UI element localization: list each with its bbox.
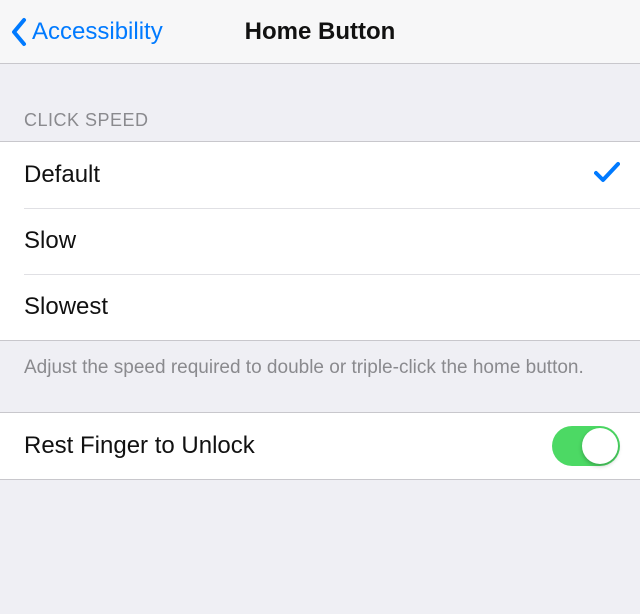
section-footer-click-speed: Adjust the speed required to double or t… bbox=[0, 341, 640, 412]
option-slowest[interactable]: Slowest bbox=[0, 274, 640, 340]
option-label: Slowest bbox=[24, 293, 108, 321]
rest-finger-label: Rest Finger to Unlock bbox=[24, 432, 255, 460]
rest-finger-toggle[interactable] bbox=[552, 426, 620, 466]
toggle-knob bbox=[582, 428, 618, 464]
back-label: Accessibility bbox=[32, 18, 163, 46]
nav-bar: Accessibility Home Button bbox=[0, 0, 640, 64]
checkmark-icon bbox=[594, 161, 620, 190]
back-button[interactable]: Accessibility bbox=[0, 17, 163, 47]
rest-finger-row[interactable]: Rest Finger to Unlock bbox=[0, 413, 640, 479]
rest-finger-group: Rest Finger to Unlock bbox=[0, 412, 640, 480]
option-label: Default bbox=[24, 161, 100, 189]
chevron-left-icon bbox=[10, 17, 28, 47]
section-header-click-speed: CLICK SPEED bbox=[0, 64, 640, 141]
option-slow[interactable]: Slow bbox=[0, 208, 640, 274]
option-default[interactable]: Default bbox=[0, 142, 640, 208]
click-speed-options: Default Slow Slowest bbox=[0, 141, 640, 341]
option-label: Slow bbox=[24, 227, 76, 255]
